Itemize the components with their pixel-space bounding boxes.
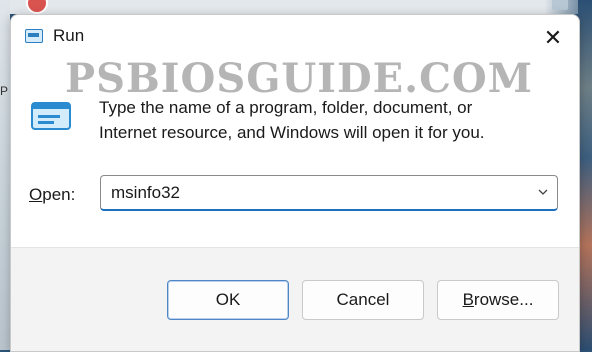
browse-button[interactable]: Browse... (437, 280, 559, 320)
desktop-background-left (0, 0, 10, 350)
titlebar[interactable]: Run ✕ (11, 15, 579, 59)
description-line-2: Internet resource, and Windows will open… (99, 123, 485, 142)
description-line-1: Type the name of a program, folder, docu… (99, 98, 473, 117)
desktop-shortcut-icon-right[interactable] (552, 0, 568, 10)
open-combobox[interactable]: msinfo32 (100, 175, 558, 211)
cancel-button[interactable]: Cancel (302, 280, 424, 320)
close-icon: ✕ (543, 25, 563, 50)
dialog-description: Type the name of a program, folder, docu… (99, 95, 539, 145)
open-label-accelerator: O (29, 185, 43, 204)
chevron-down-icon[interactable] (537, 186, 549, 198)
desktop-background-right (578, 0, 592, 350)
run-icon (25, 29, 43, 43)
run-app-icon (31, 102, 71, 130)
open-input-value[interactable]: msinfo32 (111, 183, 180, 203)
run-dialog: Run ✕ PSBIOSGUIDE.COM Type the name of a… (10, 14, 580, 352)
browse-label: rowse... (473, 290, 534, 309)
open-label: Open: (29, 185, 75, 205)
desktop-label-fragment: P (0, 84, 9, 98)
dialog-footer: OK Cancel Browse... (11, 247, 579, 351)
desktop-background-top (0, 0, 592, 14)
window-title: Run (53, 26, 85, 45)
browse-accelerator: B (462, 290, 474, 309)
close-button[interactable]: ✕ (533, 21, 573, 55)
ok-button[interactable]: OK (167, 280, 289, 320)
open-label-text: pen: (42, 185, 76, 204)
